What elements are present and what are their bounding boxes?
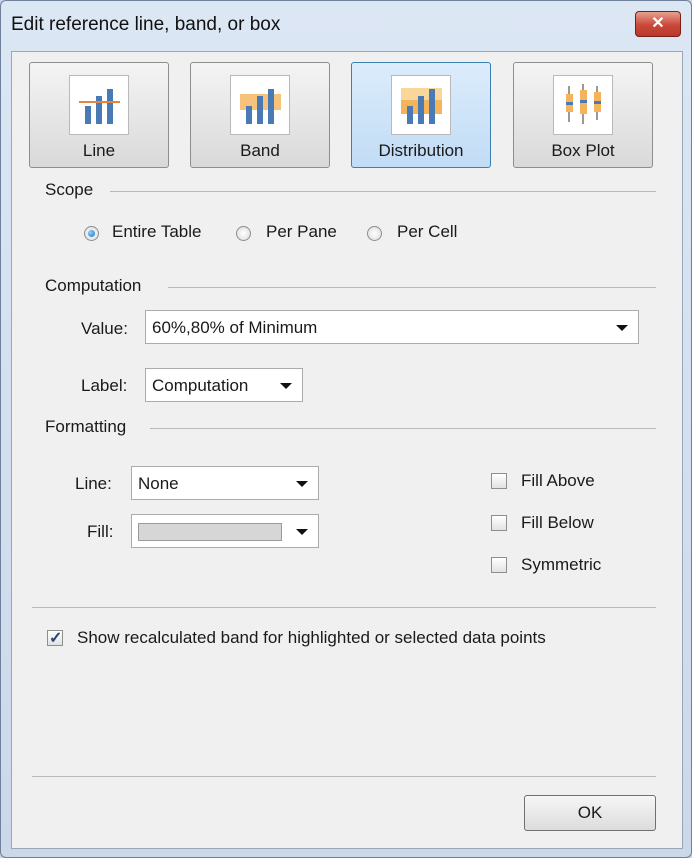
scope-per-pane-radio[interactable]: [236, 226, 251, 241]
distribution-type-button[interactable]: Distribution: [351, 62, 491, 168]
show-recalculated-label[interactable]: Show recalculated band for highlighted o…: [77, 628, 546, 648]
fill-color-swatch: [138, 523, 282, 541]
close-button[interactable]: ✕: [635, 11, 681, 37]
distribution-icon: [391, 75, 451, 135]
footer-divider: [32, 776, 656, 777]
scope-entire-table-radio[interactable]: [84, 226, 99, 241]
symmetric-label[interactable]: Symmetric: [521, 555, 601, 575]
box-plot-icon: [553, 75, 613, 135]
fill-below-checkbox[interactable]: [491, 515, 507, 531]
fill-format-dropdown[interactable]: [131, 514, 319, 548]
band-type-button[interactable]: Band: [190, 62, 330, 168]
line-format-selected: None: [138, 474, 179, 493]
scope-heading: Scope: [45, 180, 94, 199]
fill-format-label: Fill:: [87, 522, 114, 541]
reference-line-icon: [69, 75, 129, 135]
box-plot-type-label: Box Plot: [551, 141, 615, 160]
value-dropdown[interactable]: 60%,80% of Minimum: [145, 310, 639, 344]
value-label: Value:: [81, 319, 128, 338]
label-label: Label:: [81, 376, 128, 395]
value-selected: 60%,80% of Minimum: [152, 318, 318, 337]
scope-divider: [110, 191, 656, 192]
symmetric-checkbox[interactable]: [491, 557, 507, 573]
ok-button[interactable]: OK: [524, 795, 656, 831]
box-plot-type-button[interactable]: Box Plot: [513, 62, 653, 168]
value-dropdown-arrow-icon[interactable]: [616, 325, 628, 331]
formatting-heading: Formatting: [45, 417, 127, 436]
line-format-label: Line:: [75, 474, 112, 493]
dialog-body: Line Band Distribution Box Plot Scope En…: [11, 51, 683, 849]
computation-divider: [168, 287, 656, 288]
fill-below-label[interactable]: Fill Below: [521, 513, 594, 533]
dialog-title: Edit reference line, band, or box: [11, 14, 281, 35]
line-format-dropdown-arrow-icon[interactable]: [296, 481, 308, 487]
close-icon: ✕: [651, 15, 665, 32]
fill-above-label[interactable]: Fill Above: [521, 471, 595, 491]
label-selected: Computation: [152, 376, 249, 395]
show-recalculated-checkbox[interactable]: [47, 628, 63, 648]
distribution-type-label: Distribution: [378, 141, 464, 160]
band-type-label: Band: [240, 141, 280, 160]
fill-format-dropdown-arrow-icon[interactable]: [296, 529, 308, 535]
line-type-label: Line: [82, 141, 116, 160]
computation-heading: Computation: [45, 276, 142, 295]
scope-entire-table-label[interactable]: Entire Table: [112, 222, 201, 242]
formatting-divider: [150, 428, 656, 429]
line-type-button[interactable]: Line: [29, 62, 169, 168]
scope-per-cell-radio[interactable]: [367, 226, 382, 241]
options-divider: [32, 607, 656, 608]
scope-per-cell-label[interactable]: Per Cell: [397, 222, 457, 242]
scope-per-pane-label[interactable]: Per Pane: [266, 222, 337, 242]
reference-band-icon: [230, 75, 290, 135]
label-dropdown[interactable]: Computation: [145, 368, 303, 402]
dialog-window: Edit reference line, band, or box ✕ Line: [0, 0, 692, 858]
fill-above-checkbox[interactable]: [491, 473, 507, 489]
title-bar[interactable]: Edit reference line, band, or box ✕: [1, 1, 691, 51]
line-format-dropdown[interactable]: None: [131, 466, 319, 500]
label-dropdown-arrow-icon[interactable]: [280, 383, 292, 389]
